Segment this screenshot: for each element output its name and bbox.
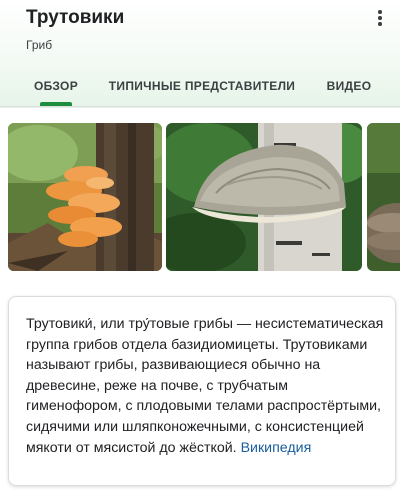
gallery-image-partial[interactable] xyxy=(367,123,400,271)
description-text: Трутовики́, или тру́товые грибы — несист… xyxy=(26,314,386,458)
tab-overview[interactable]: ОБЗОР xyxy=(22,66,90,106)
tab-video[interactable]: ВИДЕО xyxy=(318,66,380,106)
more-vert-icon[interactable] xyxy=(368,4,392,32)
header-divider xyxy=(0,106,400,107)
wikipedia-link[interactable]: Википедия xyxy=(241,440,312,456)
gallery-image-orange-polypore[interactable] xyxy=(8,123,162,271)
tab-typical-representatives[interactable]: ТИПИЧНЫЕ ПРЕДСТАВИТЕЛИ xyxy=(104,66,300,106)
tab-bar: ОБЗОР ТИПИЧНЫЕ ПРЕДСТАВИТЕЛИ ВИДЕО xyxy=(0,66,400,106)
knowledge-panel-header: Трутовики Гриб ОБЗОР ТИПИЧНЫЕ ПРЕДСТАВИТ… xyxy=(0,0,400,108)
entity-subtitle: Гриб xyxy=(26,38,53,52)
menu-dot xyxy=(378,16,382,20)
entity-title: Трутовики xyxy=(26,7,125,28)
grey-bracket-picture xyxy=(166,123,362,271)
menu-dot xyxy=(378,22,382,26)
menu-dot xyxy=(378,10,382,14)
description-card: Трутовики́, или тру́товые грибы — несист… xyxy=(8,296,396,486)
gallery-image-grey-bracket[interactable] xyxy=(166,123,362,271)
image-gallery xyxy=(0,123,400,271)
partial-fungus-picture xyxy=(367,123,400,271)
orange-polypore-picture xyxy=(8,123,162,271)
description-body: Трутовики́, или тру́товые грибы — несист… xyxy=(26,316,384,456)
